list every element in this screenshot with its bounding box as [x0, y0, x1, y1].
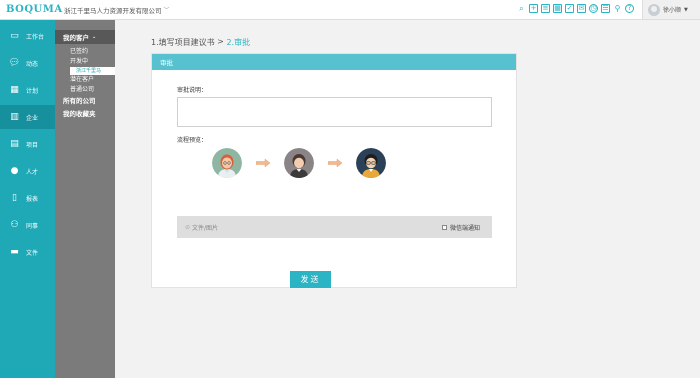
- card-title: 审批: [152, 54, 516, 70]
- avatar: [648, 3, 660, 16]
- report-icon: ▯: [12, 192, 17, 203]
- colleagues-icon: ⚇: [10, 219, 19, 230]
- nav-label: 文件: [26, 249, 39, 257]
- mail-icon[interactable]: ✉: [577, 4, 586, 13]
- nav-label: 同事: [26, 222, 39, 230]
- person-icon: ●: [10, 165, 19, 176]
- calendar-icon[interactable]: ▦: [553, 4, 562, 13]
- main-content: 1.填写项目建议书 > 2.审批 审批 审批说明： 流程预览： ⊘ 文件/图片 …: [115, 20, 700, 378]
- logo[interactable]: BOQUMA: [6, 4, 62, 15]
- nav-item-project[interactable]: ▤ 项目: [0, 132, 55, 156]
- help-icon[interactable]: ?: [625, 4, 634, 13]
- company-selector[interactable]: 浙江千里马人力资源开发有限公司 ﹀: [64, 5, 170, 15]
- search-icon[interactable]: ⌕: [517, 4, 526, 13]
- arrow-right-icon: [256, 159, 270, 167]
- alarm-icon[interactable]: ◷: [589, 4, 598, 13]
- wechat-notify-toggle[interactable]: 微信端通知: [441, 223, 480, 232]
- approval-desc-label: 审批说明：: [177, 87, 208, 94]
- user-menu[interactable]: 徐小顺 ▼: [642, 0, 700, 19]
- nav-item-talent[interactable]: ● 人才: [0, 159, 55, 183]
- monitor-icon: ▭: [10, 30, 19, 41]
- flow-preview-label: 流程预览：: [177, 137, 208, 144]
- nav-item-plan[interactable]: ▦ 计划: [0, 78, 55, 102]
- subnav-item-all-companies[interactable]: 所有的公司: [55, 95, 115, 108]
- breadcrumb-separator: >: [214, 37, 227, 46]
- plus-icon[interactable]: +: [529, 4, 538, 13]
- subnav-header-my-clients[interactable]: 我的客户 ⌄: [55, 30, 115, 44]
- approver-avatar-1: [212, 148, 242, 178]
- toolbar-icons: ⌕ + ≡ ▦ ✓ ✉ ◷ ☰ ⚲ ?: [517, 4, 634, 13]
- nav-label: 报表: [26, 195, 39, 203]
- chevron-down-icon: ﹀: [163, 7, 170, 14]
- nav-label: 人才: [26, 168, 39, 176]
- company-name: 浙江千里马人力资源开发有限公司: [64, 6, 162, 15]
- breadcrumb-step2: 2.审批: [226, 38, 251, 47]
- chat-icon: 💬︎: [8, 57, 21, 68]
- subnav-item-potential[interactable]: 潜在客户: [55, 75, 115, 85]
- nav-item-activity[interactable]: 💬︎ 动态: [0, 51, 55, 75]
- folder-icon: ▬: [10, 246, 19, 257]
- nav-item-colleagues[interactable]: ⚇ 同事: [0, 213, 55, 237]
- wechat-notify-checkbox[interactable]: [441, 224, 447, 230]
- nav-label: 项目: [26, 141, 39, 149]
- nav-item-company[interactable]: ▥ 企业: [0, 105, 55, 129]
- chevron-down-icon: ⌄: [92, 34, 97, 40]
- flow-preview: [212, 148, 386, 178]
- nav-item-workbench[interactable]: ▭ 工作台: [0, 24, 55, 48]
- nav-item-report[interactable]: ▯ 报表: [0, 186, 55, 210]
- sub-nav: 我的客户 ⌄ 已签约 开发中 浙江千里马 潜在客户 普通公司 所有的公司 我的收…: [55, 20, 115, 378]
- caret-down-icon: ▼: [684, 6, 688, 13]
- project-icon: ▤: [10, 138, 19, 149]
- approver-avatar-2: [284, 148, 314, 178]
- nav-label: 动态: [26, 60, 39, 68]
- subnav-item-signed[interactable]: 已签约: [55, 47, 115, 57]
- subnav-title: 我的客户: [63, 34, 89, 42]
- top-bar: BOQUMA 浙江千里马人力资源开发有限公司 ﹀ ⌕ + ≡ ▦ ✓ ✉ ◷ ☰…: [0, 0, 700, 20]
- approver-avatar-3: [356, 148, 386, 178]
- check-icon[interactable]: ✓: [565, 4, 574, 13]
- attach-file-button[interactable]: ⊘ 文件/图片: [185, 223, 218, 232]
- subnav-item-developing[interactable]: 开发中: [55, 57, 115, 67]
- user-name: 徐小顺: [663, 7, 682, 14]
- arrow-right-icon: [328, 159, 342, 167]
- doc-icon[interactable]: ≡: [541, 4, 550, 13]
- paperclip-icon: ⊘: [185, 223, 191, 231]
- attachment-bar: ⊘ 文件/图片 微信端通知: [177, 216, 492, 238]
- breadcrumb: 1.填写项目建议书 > 2.审批: [151, 37, 250, 48]
- nav-item-files[interactable]: ▬ 文件: [0, 240, 55, 264]
- subnav-item-ordinary[interactable]: 普通公司: [55, 85, 115, 95]
- attach-label: 文件/图片: [192, 224, 219, 232]
- wechat-notify-label: 微信端通知: [449, 224, 480, 232]
- nav-label: 工作台: [26, 33, 45, 41]
- breadcrumb-step1[interactable]: 1.填写项目建议书: [151, 37, 215, 48]
- nav-label: 企业: [26, 114, 39, 122]
- subnav-list: 已签约 开发中 浙江千里马 潜在客户 普通公司 所有的公司 我的收藏夹: [55, 44, 115, 121]
- main-nav: ▭ 工作台 💬︎ 动态 ▦ 计划 ▥ 企业 ▤ 项目 ● 人才 ▯ 报表 ⚇ 同…: [0, 20, 55, 378]
- nav-label: 计划: [26, 87, 39, 95]
- list-icon[interactable]: ☰: [601, 4, 610, 13]
- approval-desc-textarea[interactable]: [177, 97, 492, 127]
- approval-card: 审批 审批说明： 流程预览： ⊘ 文件/图片 微信端通知 发送: [151, 53, 517, 288]
- building-icon: ▥: [10, 111, 19, 122]
- subnav-item-selected-company[interactable]: 浙江千里马: [70, 67, 115, 75]
- location-icon[interactable]: ⚲: [613, 4, 622, 13]
- calendar-icon: ▦: [10, 84, 19, 95]
- send-button[interactable]: 发送: [290, 271, 331, 288]
- subnav-item-favorites[interactable]: 我的收藏夹: [55, 108, 115, 121]
